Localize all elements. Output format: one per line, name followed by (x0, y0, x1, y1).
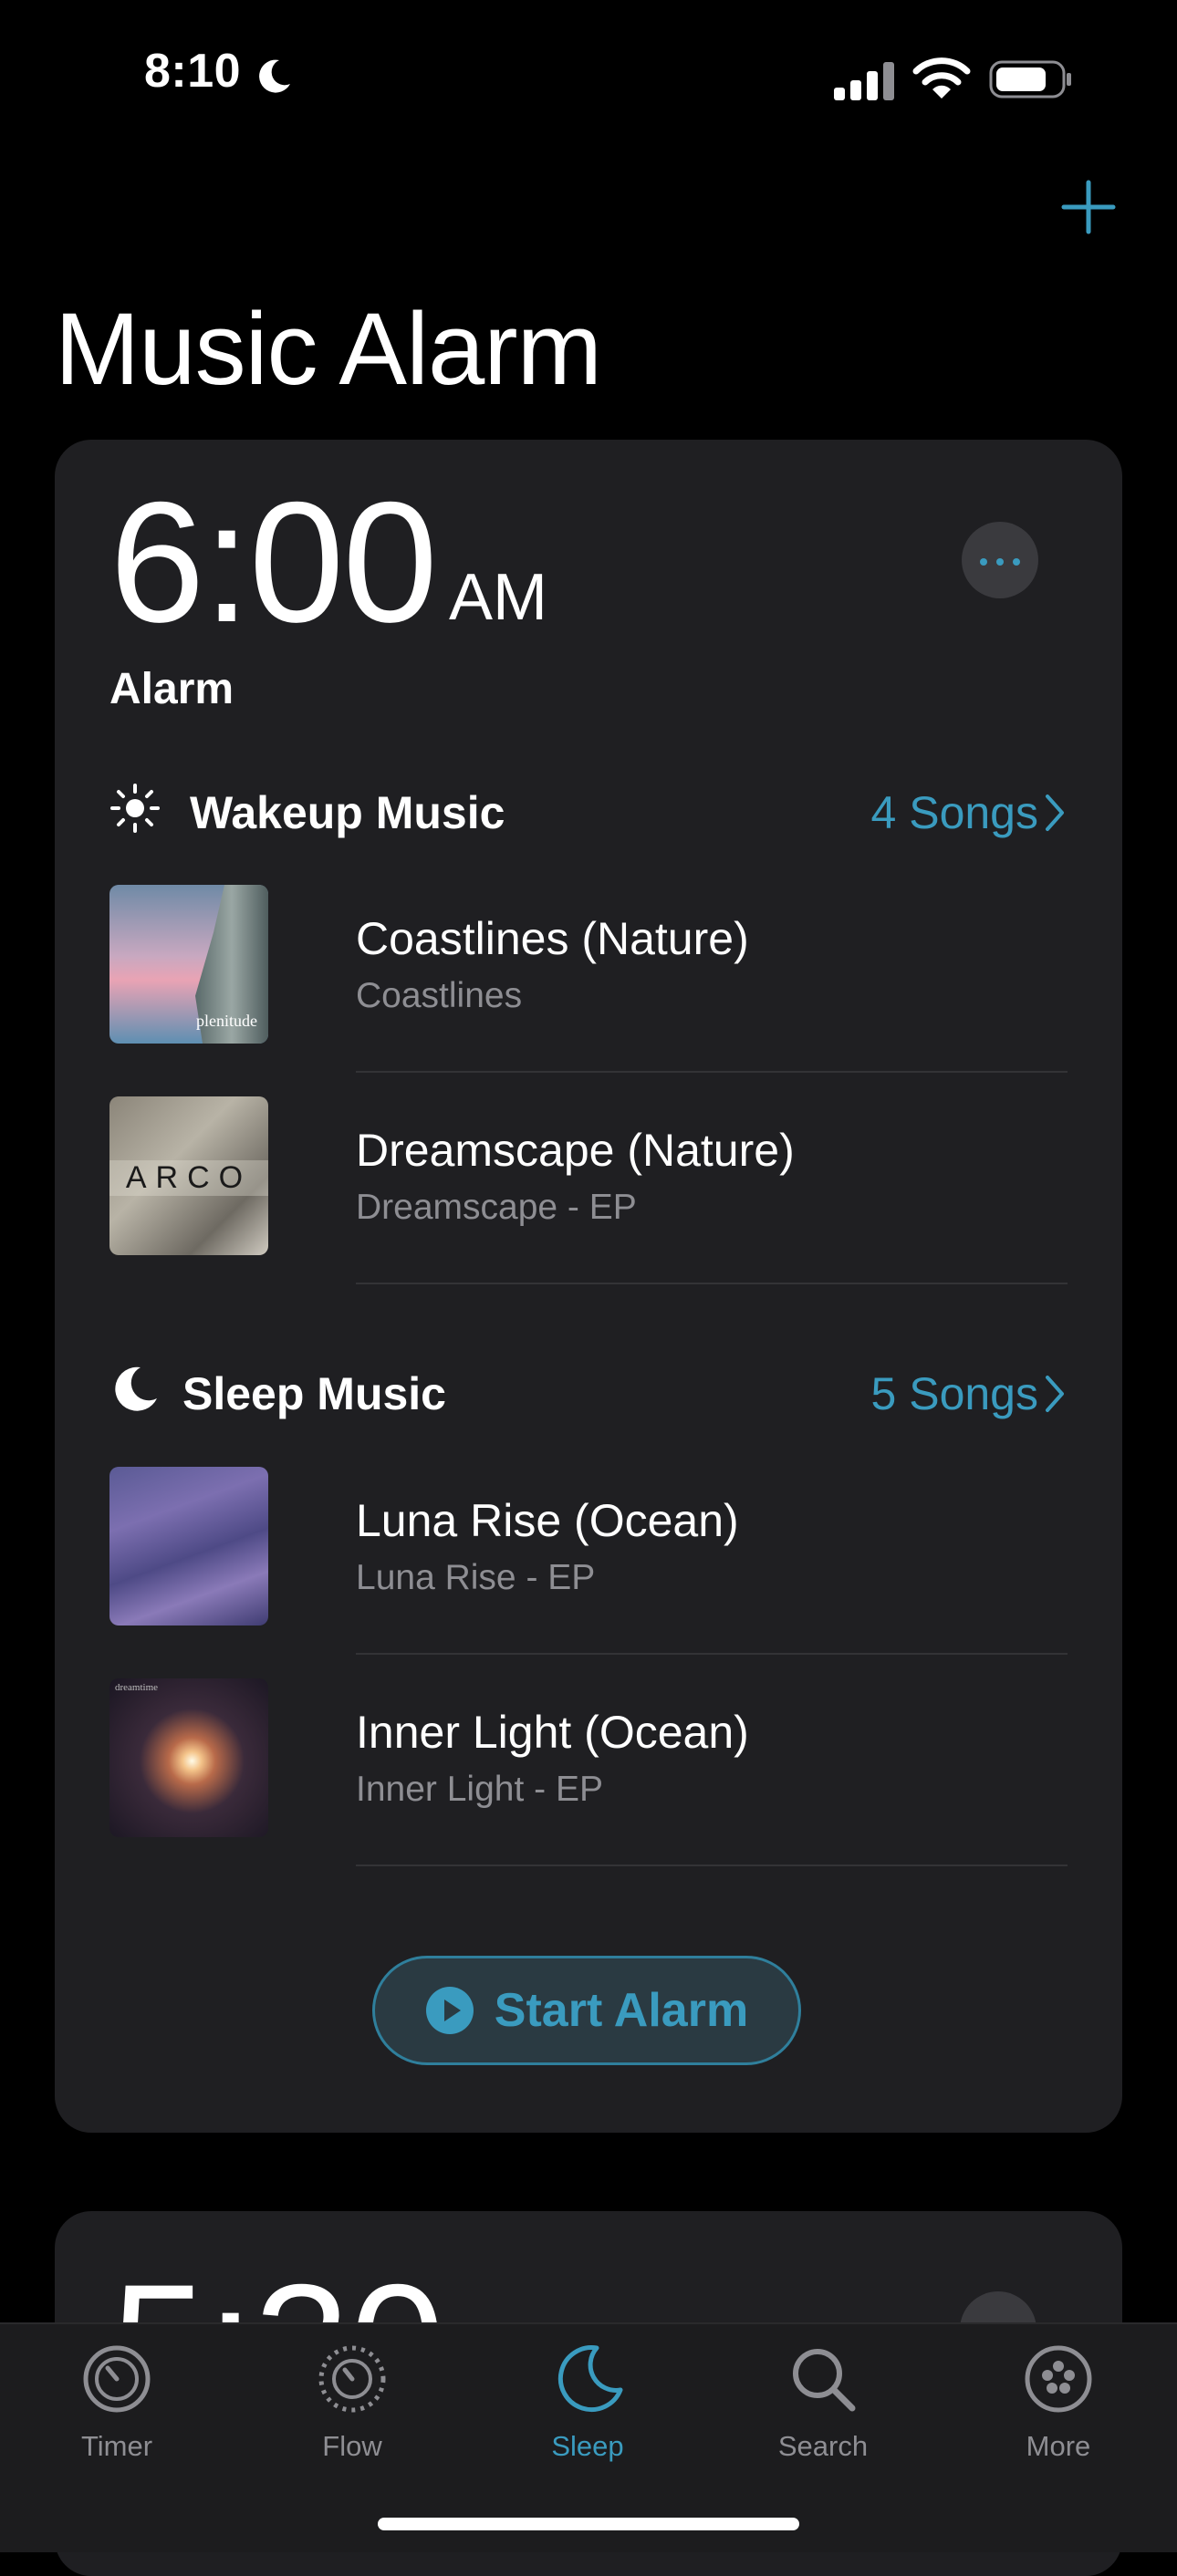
song-subtitle: Coastlines (356, 976, 523, 1015)
song-title: Coastlines (Nature) (356, 913, 749, 964)
sleep-music-header[interactable]: Sleep Music 5 Songs (109, 1358, 1068, 1422)
album-art: ARCO (109, 1096, 268, 1255)
album-art-text: dreamtime (115, 1682, 159, 1693)
album-art-text: plenitude (196, 1012, 257, 1030)
divider (356, 1653, 1068, 1655)
page-title: Music Alarm (55, 292, 602, 406)
tab-timer[interactable]: Timer (26, 2342, 208, 2488)
start-alarm-button[interactable]: Start Alarm (372, 1956, 801, 2065)
album-art-text: ARCO (109, 1160, 268, 1196)
wifi-icon (912, 57, 971, 99)
song-title: Luna Rise (Ocean) (356, 1495, 739, 1546)
alarm-label: Alarm (109, 665, 234, 713)
timer-icon (83, 2345, 151, 2413)
moon-icon (557, 2345, 623, 2412)
wakeup-songs-count: 4 Songs (870, 787, 1038, 838)
alarm-card[interactable]: 6:00 AM Alarm Wakeup Music 4 Songs pleni… (55, 440, 1122, 2133)
divider (356, 1864, 1068, 1866)
ellipsis-icon (980, 558, 987, 566)
song-title: Dreamscape (Nature) (356, 1125, 795, 1176)
song-subtitle: Inner Light - EP (356, 1770, 603, 1809)
tab-label: More (1026, 2430, 1091, 2462)
tab-label: Timer (80, 2430, 153, 2462)
chevron-right-icon (1046, 795, 1064, 831)
wakeup-music-title: Wakeup Music (190, 787, 505, 838)
album-art (109, 1467, 268, 1626)
sleep-songs-count: 5 Songs (870, 1368, 1038, 1419)
start-alarm-label: Start Alarm (494, 1984, 749, 2037)
wakeup-music-header[interactable]: Wakeup Music 4 Songs (109, 777, 1068, 841)
album-art: plenitude (109, 885, 268, 1044)
play-circle-icon (425, 1987, 474, 2034)
song-row[interactable]: ARCO Dreamscape (Nature) Dreamscape - EP (109, 1096, 1122, 1308)
flow-icon (318, 2345, 386, 2413)
chevron-right-icon (1046, 1376, 1064, 1412)
alarm-ampm: AM (449, 561, 547, 634)
ellipsis-dot (996, 558, 1004, 566)
divider (356, 1283, 1068, 1284)
tab-label: Search (777, 2430, 869, 2462)
battery-icon (989, 60, 1071, 99)
tab-label: Flow (322, 2430, 382, 2462)
status-bar: 8:10 (0, 0, 1177, 155)
song-subtitle: Dreamscape - EP (356, 1188, 637, 1227)
cellular-signal-icon (834, 62, 894, 100)
sun-icon (110, 784, 160, 833)
song-title: Inner Light (Ocean) (356, 1707, 749, 1758)
home-indicator[interactable] (378, 2518, 799, 2530)
tab-label: Sleep (551, 2430, 624, 2462)
more-dots-icon (1025, 2345, 1092, 2413)
wakeup-songs-link[interactable]: 4 Songs (871, 786, 1068, 839)
song-row[interactable]: dreamtime Inner Light (Ocean) Inner Ligh… (109, 1678, 1122, 1890)
status-time: 8:10 (144, 45, 242, 98)
alarm-more-button[interactable] (962, 522, 1038, 598)
add-alarm-button[interactable] (1060, 179, 1117, 235)
tab-more[interactable]: More (967, 2342, 1150, 2488)
song-row[interactable]: plenitude Coastlines (Nature) Coastlines (109, 885, 1122, 1096)
album-art: dreamtime (109, 1678, 268, 1837)
sleep-music-title: Sleep Music (182, 1368, 446, 1419)
tab-flow[interactable]: Flow (261, 2342, 443, 2488)
divider (356, 1071, 1068, 1073)
song-subtitle: Luna Rise - EP (356, 1558, 596, 1597)
search-icon (793, 2349, 856, 2412)
sleep-songs-link[interactable]: 5 Songs (871, 1367, 1068, 1420)
tab-search[interactable]: Search (732, 2342, 914, 2488)
ellipsis-dot (1013, 558, 1020, 566)
focus-moon-icon (259, 59, 290, 93)
moon-icon (115, 1366, 157, 1411)
tab-sleep[interactable]: Sleep (496, 2342, 679, 2488)
song-row[interactable]: Luna Rise (Ocean) Luna Rise - EP (109, 1467, 1122, 1678)
alarm-time: 6:00 (109, 466, 438, 658)
